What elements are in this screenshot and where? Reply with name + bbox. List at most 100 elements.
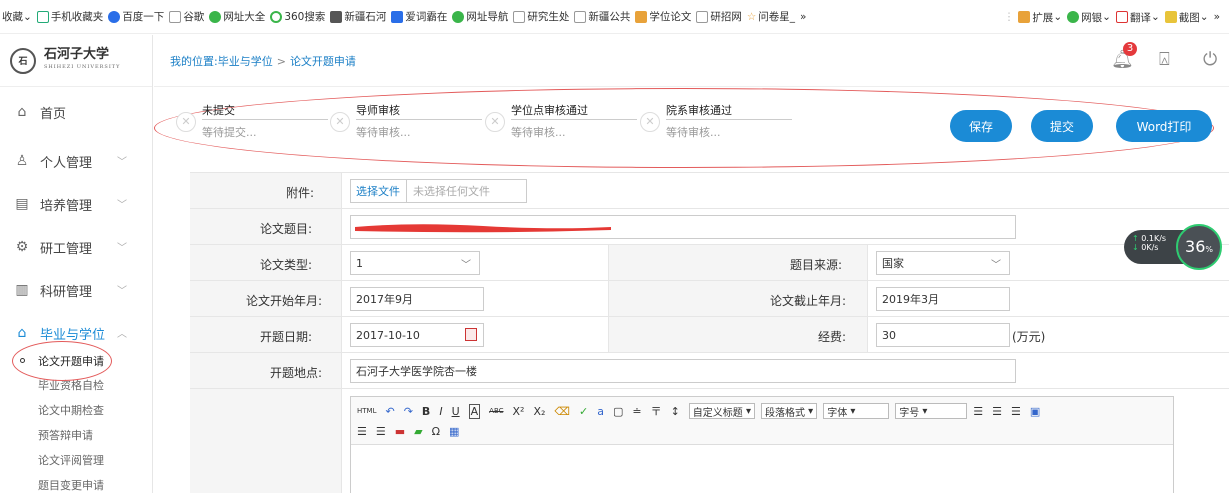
superscript-button[interactable]: X² [513,405,525,418]
font-size-select[interactable]: 字号 ▾ [895,403,968,419]
power-icon[interactable]: ⏻ [1203,49,1217,70]
bookmark-mobile[interactable]: 手机收藏夹 [36,9,103,24]
bank-button[interactable]: 网银 ⌄ [1067,10,1111,25]
underline-button[interactable]: U [452,405,460,418]
insert-image-icon[interactable]: ▬ [395,425,405,438]
fund-unit: (万元) [1012,330,1046,344]
page-icon [513,10,526,23]
align-left-icon[interactable]: ☰ [973,405,983,418]
type-label: 论文类型: [260,258,313,272]
bell-icon[interactable]: 🔔︎ 3 [1111,42,1137,71]
close-circle-icon: ✕ [330,112,350,132]
bookmark-iciba[interactable]: 爱词霸在 [391,9,447,24]
format-brush-icon[interactable]: ✓ [579,405,588,418]
special-char-icon[interactable]: Ω [432,425,440,438]
breadcrumb-parent[interactable]: 毕业与学位 [218,55,273,68]
indent-icon[interactable]: ☰ [376,425,386,438]
bookmark-wjx[interactable]: ☆ 问卷星_ [747,9,795,24]
sidebar-item-graduation[interactable]: ⌂ 毕业与学位 ︿ [0,321,153,345]
html-source-button[interactable]: HTML [357,407,376,415]
sidebar-subitem-topic-change[interactable]: 题目变更申请 [0,475,153,493]
step-unsubmitted: ✕ 未提交 等待提交... [176,102,328,142]
bookmark-360[interactable]: 360搜索 [270,9,325,24]
choose-file-button[interactable]: 选择文件 [356,180,407,202]
sidebar-item-home[interactable]: ⌂ 首页 [0,100,153,124]
bookmark-favorites[interactable]: 收藏 ⌄ [2,9,32,24]
insert-table-icon[interactable]: ▦ [449,425,459,438]
fund-input[interactable]: 30 [876,323,1010,347]
sidebar-item-personal[interactable]: ♙ 个人管理 ﹀ [0,149,153,173]
upload-speed: 0.1K/s [1141,234,1167,243]
font-family-select[interactable]: 字体 ▾ [823,403,890,419]
sidebar-subitem-review[interactable]: 论文评阅管理 [0,450,153,470]
start-month-input[interactable]: 2017年9月 [350,287,484,311]
image-icon [391,10,404,23]
bookmark-xj[interactable]: 新疆公共 [574,9,630,24]
line-height-icon[interactable]: ↕ [671,405,680,418]
autotype-icon[interactable]: a [597,405,604,418]
bookmark-grad[interactable]: 研究生处 [513,9,569,24]
network-speed-widget[interactable]: ↑ 0.1K/s ↓ 0K/s 36% [1124,224,1229,270]
sidebar: 石 石河子大学 SHIHEZI UNIVERSITY ⌂ 首页 ♙ 个人管理 ﹀… [0,35,153,493]
bookmark-baidu[interactable]: 百度一下 [108,9,164,24]
strikethrough-button[interactable]: ABC [489,407,503,415]
row-spacing-bottom-icon[interactable]: 〒 [651,403,662,419]
rich-text-editor[interactable]: HTML ↶ ↷ B I U A ABC X² X₂ ⌫ ✓ a ▢ ≐ 〒 ↕… [350,396,1174,493]
lock-icon[interactable]: ⍓ [1159,49,1170,70]
sidebar-subitem-proposal[interactable]: 论文开题申请 [0,351,153,371]
sidebar-subitem-qualification[interactable]: 毕业资格自检 [0,375,153,395]
chevron-down-icon: ﹀ [461,260,471,271]
italic-button[interactable]: I [439,405,442,418]
thesis-title-input[interactable] [350,215,1016,239]
proposal-date-input[interactable]: 2017-10-10 [350,323,484,347]
bookmark-shihezi[interactable]: 新疆石河 [330,9,386,24]
bookmark-thesis[interactable]: 学位论文 [635,9,691,24]
word-print-button[interactable]: Word打印 [1116,110,1212,142]
undo-button[interactable]: ↶ [385,405,394,418]
place-input[interactable]: 石河子大学医学院杏一楼 [350,359,1016,383]
sidebar-item-research[interactable]: ▥ 科研管理 ﹀ [0,278,153,302]
align-justify-icon[interactable]: ☰ [357,425,367,438]
save-button[interactable]: 保存 [950,110,1012,142]
end-label: 论文截止年月: [770,294,847,308]
screenshot-button[interactable]: 截图 ⌄ [1164,10,1209,25]
fullscreen-icon[interactable]: ▣ [1030,405,1040,418]
close-circle-icon: ✕ [640,112,660,132]
bookmark-right-more[interactable]: » [1214,11,1220,23]
align-right-icon[interactable]: ☰ [1011,405,1021,418]
extensions-button[interactable]: 扩展 ⌄ [1018,10,1062,25]
submit-button[interactable]: 提交 [1031,110,1093,142]
custom-title-select[interactable]: 自定义标题 ▾ [688,403,755,419]
sidebar-item-research-work[interactable]: ⚙ 研工管理 ﹀ [0,235,153,259]
paste-text-icon[interactable]: ▢ [613,405,623,418]
sidebar-item-training[interactable]: ▤ 培养管理 ﹀ [0,192,153,216]
bookmark-hao[interactable]: 网址大全 [209,9,265,24]
attachment-label: 附件: [286,186,315,200]
translate-button[interactable]: 翻译 ⌄ [1115,10,1160,25]
download-arrow-icon: ↓ [1132,243,1139,252]
form-row-dates: 论文开始年月: 2017年9月 论文截止年月: 2019年3月 [190,281,1229,317]
topic-source-select[interactable]: 国家 ﹀ [876,251,1010,275]
calendar-icon[interactable] [465,328,477,341]
insert-media-icon[interactable]: ▰ [414,425,422,438]
subscript-button[interactable]: X₂ [533,405,545,418]
thesis-type-select[interactable]: 1 ﹀ [350,251,480,275]
page-icon [169,10,182,23]
editor-body[interactable] [351,445,1173,493]
row-spacing-top-icon[interactable]: ≐ [632,405,641,418]
font-border-button[interactable]: A [468,403,481,419]
sidebar-subitem-predefense[interactable]: 预答辩申请 [0,425,153,445]
bookmark-more[interactable]: » [800,11,806,23]
chevron-down-icon: ﹀ [117,243,127,254]
bookmark-nav[interactable]: 网址导航 [452,9,508,24]
file-input[interactable]: 选择文件 未选择任何文件 [350,179,527,203]
bookmark-yz[interactable]: 研招网 [696,9,742,24]
eraser-icon[interactable]: ⌫ [554,405,570,418]
sidebar-subitem-midterm[interactable]: 论文中期检查 [0,400,153,420]
redo-button[interactable]: ↷ [404,405,413,418]
bold-button[interactable]: B [422,405,430,418]
end-month-input[interactable]: 2019年3月 [876,287,1010,311]
align-center-icon[interactable]: ☰ [992,405,1002,418]
paragraph-format-select[interactable]: 段落格式 ▾ [761,403,818,419]
bookmark-google[interactable]: 谷歌 [169,9,204,24]
